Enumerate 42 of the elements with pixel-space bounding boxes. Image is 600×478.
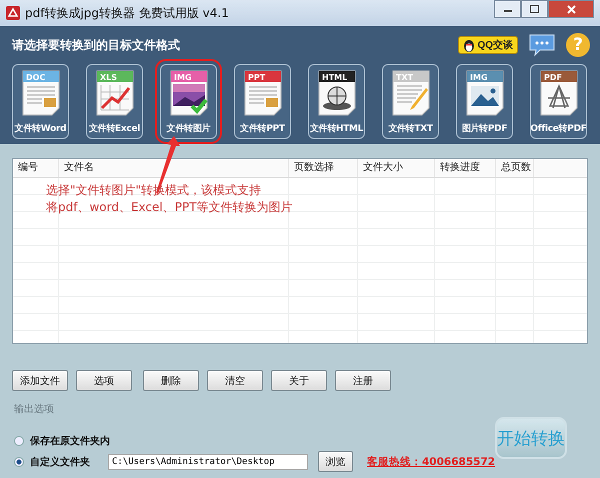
radio-label[interactable]: 自定义文件夹 [30, 454, 106, 468]
format-tile[interactable]: PPT 文件转PPT [234, 64, 291, 139]
document-document-icon: PPT [244, 70, 282, 116]
action-button[interactable]: 选项 [76, 370, 132, 391]
document-document-icon: DOC [22, 70, 60, 116]
action-button[interactable]: 注册 [335, 370, 391, 391]
radio-label[interactable]: 保存在原文件夹内 [30, 434, 110, 448]
action-button[interactable]: 关于 [271, 370, 327, 391]
path-field[interactable]: C:\Users\Administrator\Desktop [108, 454, 308, 470]
app-icon [6, 6, 20, 20]
penguin-icon [463, 38, 476, 52]
minimize-button[interactable] [494, 0, 521, 18]
close-icon [566, 4, 576, 14]
globe-document-icon: HTML [318, 70, 356, 116]
column-header[interactable]: 总页数 [496, 159, 534, 177]
action-button[interactable]: 清空 [207, 370, 263, 391]
chat-icon[interactable] [528, 33, 556, 57]
column-header[interactable]: 页数选择 [289, 159, 358, 177]
column-header[interactable]: 转换进度 [435, 159, 496, 177]
radio-button[interactable] [14, 456, 24, 466]
browse-button[interactable]: 浏览 [318, 451, 353, 472]
format-tile[interactable]: IMG 图片转PDF [456, 64, 513, 139]
output-heading: 输出选项 [14, 402, 55, 416]
header-heading: 请选择要转换到的目标文件格式 [12, 36, 180, 54]
column-header[interactable]: 文件大小 [358, 159, 435, 177]
photo-document-icon: IMG [170, 70, 208, 116]
qq-chat-badge[interactable]: QQ交谈 [458, 36, 518, 54]
window-title: pdf转换成jpg转换器 免费试用版 v4.1 [25, 4, 230, 22]
action-button[interactable]: 添加文件 [12, 370, 68, 391]
maximize-icon [530, 5, 539, 13]
pdf-document-icon: PDF [540, 70, 578, 116]
format-tile[interactable]: DOC 文件转Word [12, 64, 69, 139]
format-tile[interactable]: HTML 文件转HTML [308, 64, 365, 139]
format-tile[interactable]: PDF Office转PDF [530, 64, 587, 139]
chart-document-icon: XLS [96, 70, 134, 116]
format-tile[interactable]: XLS 文件转Excel [86, 64, 143, 139]
maximize-button[interactable] [521, 0, 548, 18]
radio-button[interactable] [14, 436, 24, 446]
column-header[interactable]: 编号 [13, 159, 59, 177]
action-button[interactable]: 删除 [143, 370, 199, 391]
landscape-document-icon: IMG [466, 70, 504, 116]
close-button[interactable] [548, 0, 594, 18]
